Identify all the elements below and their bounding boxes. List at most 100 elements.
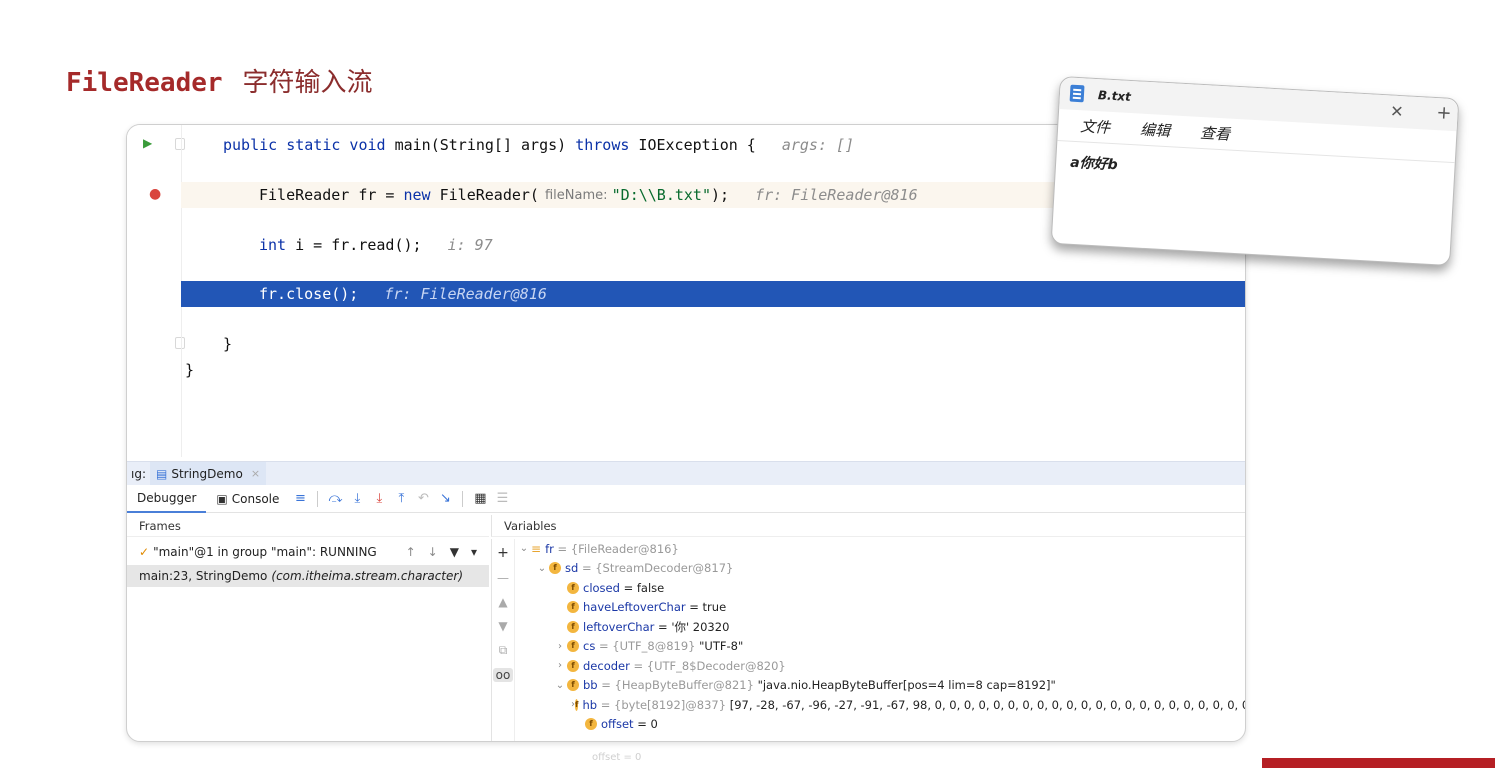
field-icon: f	[549, 562, 561, 575]
tab-debugger[interactable]: Debugger	[127, 485, 207, 513]
chevron-down-icon[interactable]: ⌄	[535, 563, 549, 574]
variables-header: Variables	[491, 515, 1245, 537]
menu-icon[interactable]: ≡	[291, 491, 309, 506]
breakpoint-icon[interactable]: ●	[149, 186, 161, 202]
variable-value: "UTF-8"	[699, 639, 744, 654]
slide-title: FileReader 字符输入流	[66, 62, 373, 99]
tab-console[interactable]: ▣ Console	[206, 485, 289, 513]
step-over-icon[interactable]: ⤼	[326, 491, 344, 506]
variable-value: [97, -28, -67, -96, -27, -91, -67, 98, 0…	[729, 697, 1246, 712]
frames-panel: ✓ "main"@1 in group "main": RUNNING ↑ ↓ …	[127, 539, 489, 741]
variable-row[interactable]: ⌄ ≡ fr = {FileReader@816}	[517, 539, 1245, 559]
variable-meta: = {FileReader@816}	[557, 541, 679, 556]
variable-name: sd	[565, 561, 579, 576]
variable-meta: = {UTF_8@819}	[598, 639, 696, 654]
variable-name: haveLeftoverChar	[583, 600, 686, 615]
variables-toolbar: + — ▲ ▼ ⧉ oo	[491, 539, 515, 741]
console-icon: ▣	[216, 491, 228, 506]
add-watch-icon[interactable]: +	[497, 545, 509, 561]
debug-session-tab[interactable]: ▤ StringDemo ×	[150, 461, 267, 486]
variable-row[interactable]: f leftoverChar = '你' 20320	[517, 617, 1245, 637]
variable-row[interactable]: f closed = false	[517, 578, 1245, 598]
field-icon: f	[575, 698, 579, 711]
copy-icon[interactable]: ⧉	[499, 643, 508, 658]
down-arrow-icon[interactable]: ↓	[428, 545, 438, 559]
variable-value: = '你' 20320	[658, 619, 730, 634]
trace-icon[interactable]: ☰	[493, 491, 511, 506]
corner-accent-bar	[1262, 758, 1495, 768]
up-icon[interactable]: ▲	[498, 595, 507, 609]
code-line-6: }	[181, 357, 1245, 383]
field-icon: f	[567, 581, 579, 594]
variable-row[interactable]: › f hb = {byte[8192]@837} [97, -28, -67,…	[517, 695, 1246, 715]
notepad-window: B.txt ✕ + 文件 编辑 查看 a你好b	[1050, 76, 1460, 267]
thread-selector[interactable]: ✓ "main"@1 in group "main": RUNNING ↑ ↓ …	[127, 539, 489, 565]
code-text: );	[710, 186, 730, 204]
code-text: i = fr.read();	[286, 236, 422, 254]
check-icon: ✓	[139, 545, 150, 559]
variable-row[interactable]: ⌄ f sd = {StreamDecoder@817}	[517, 559, 1245, 579]
code-text: main(String[] args)	[385, 136, 576, 154]
ghost-reflection-text: offset = 0	[592, 752, 642, 763]
menu-edit[interactable]: 编辑	[1140, 119, 1171, 142]
variables-tree: ⌄ ≡ fr = {FileReader@816} ⌄ f sd = {Stre…	[517, 539, 1246, 741]
drop-frame-icon[interactable]: ↶	[414, 491, 432, 506]
force-step-into-icon[interactable]: ⤓	[370, 491, 388, 506]
frame-label: main:23, StringDemo	[139, 569, 268, 583]
frame-package: (com.itheima.stream.character)	[271, 569, 464, 583]
variable-row[interactable]: f offset = 0	[517, 715, 1245, 735]
code-text: FileReader(	[430, 186, 539, 204]
filter-icon[interactable]: ▼	[450, 545, 459, 559]
inline-debug-hint: i: 97	[447, 236, 493, 254]
chevron-right-icon[interactable]: ›	[553, 641, 567, 652]
menu-file[interactable]: 文件	[1080, 115, 1111, 138]
variable-row[interactable]: › f cs = {UTF_8@819} "UTF-8"	[517, 637, 1245, 657]
variable-name: bb	[583, 678, 598, 693]
code-text: FileReader fr =	[259, 186, 404, 204]
step-out-icon[interactable]: ⤒	[392, 491, 410, 506]
variable-name: offset	[601, 717, 634, 732]
chevron-down-icon[interactable]: ⌄	[553, 680, 567, 691]
chevron-down-icon[interactable]: ▾	[471, 545, 477, 559]
inline-debug-hint: args: []	[781, 136, 855, 154]
variable-row[interactable]: › f decoder = {UTF_8$Decoder@820}	[517, 656, 1245, 676]
code-line-4-current: fr.close(); fr: FileReader@816	[181, 281, 1245, 307]
keyword: public static void	[223, 136, 386, 154]
close-icon[interactable]: ✕	[1390, 101, 1404, 121]
variable-value: = false	[623, 580, 665, 595]
code-text: }	[185, 361, 195, 379]
debug-tab-bar: ıg: ▤ StringDemo ×	[127, 461, 1245, 486]
step-into-icon[interactable]: ⤓	[348, 491, 366, 506]
code-text: }	[223, 335, 233, 353]
chevron-down-icon[interactable]: ⌄	[517, 543, 531, 554]
close-icon[interactable]: ×	[251, 467, 260, 480]
slide-title-cn: 字符输入流	[242, 68, 373, 98]
menu-view[interactable]: 查看	[1200, 122, 1231, 145]
run-icon[interactable]: ▶	[143, 136, 152, 150]
up-arrow-icon[interactable]: ↑	[406, 545, 416, 559]
debug-session-label: StringDemo	[171, 466, 243, 481]
variable-row[interactable]: ⌄ f bb = {HeapByteBuffer@821} "java.nio.…	[517, 676, 1245, 696]
chevron-right-icon[interactable]: ›	[553, 660, 567, 671]
variable-row[interactable]: f haveLeftoverChar = true	[517, 598, 1245, 618]
frame-item[interactable]: main:23, StringDemo (com.itheima.stream.…	[127, 565, 489, 587]
evaluate-icon[interactable]: ▦	[471, 491, 489, 506]
notepad-icon	[1069, 84, 1085, 103]
variable-name: closed	[583, 580, 620, 595]
code-text: IOException {	[629, 136, 756, 154]
keyword: throws	[575, 136, 630, 154]
glasses-icon[interactable]: oo	[492, 668, 514, 682]
code-text: fr.close();	[259, 285, 359, 303]
frames-header: Frames	[127, 515, 489, 537]
minus-icon[interactable]: —	[497, 571, 509, 585]
variable-meta: = {UTF_8$Decoder@820}	[633, 658, 786, 673]
field-icon: f	[567, 659, 579, 672]
field-icon: f	[567, 601, 579, 614]
run-to-cursor-icon[interactable]: ↘	[436, 491, 454, 506]
variable-name: leftoverChar	[583, 619, 655, 634]
new-tab-icon[interactable]: +	[1436, 102, 1452, 124]
divider	[462, 490, 464, 507]
variable-value: = true	[689, 600, 727, 615]
variable-name: decoder	[583, 658, 630, 673]
down-icon[interactable]: ▼	[498, 619, 507, 633]
